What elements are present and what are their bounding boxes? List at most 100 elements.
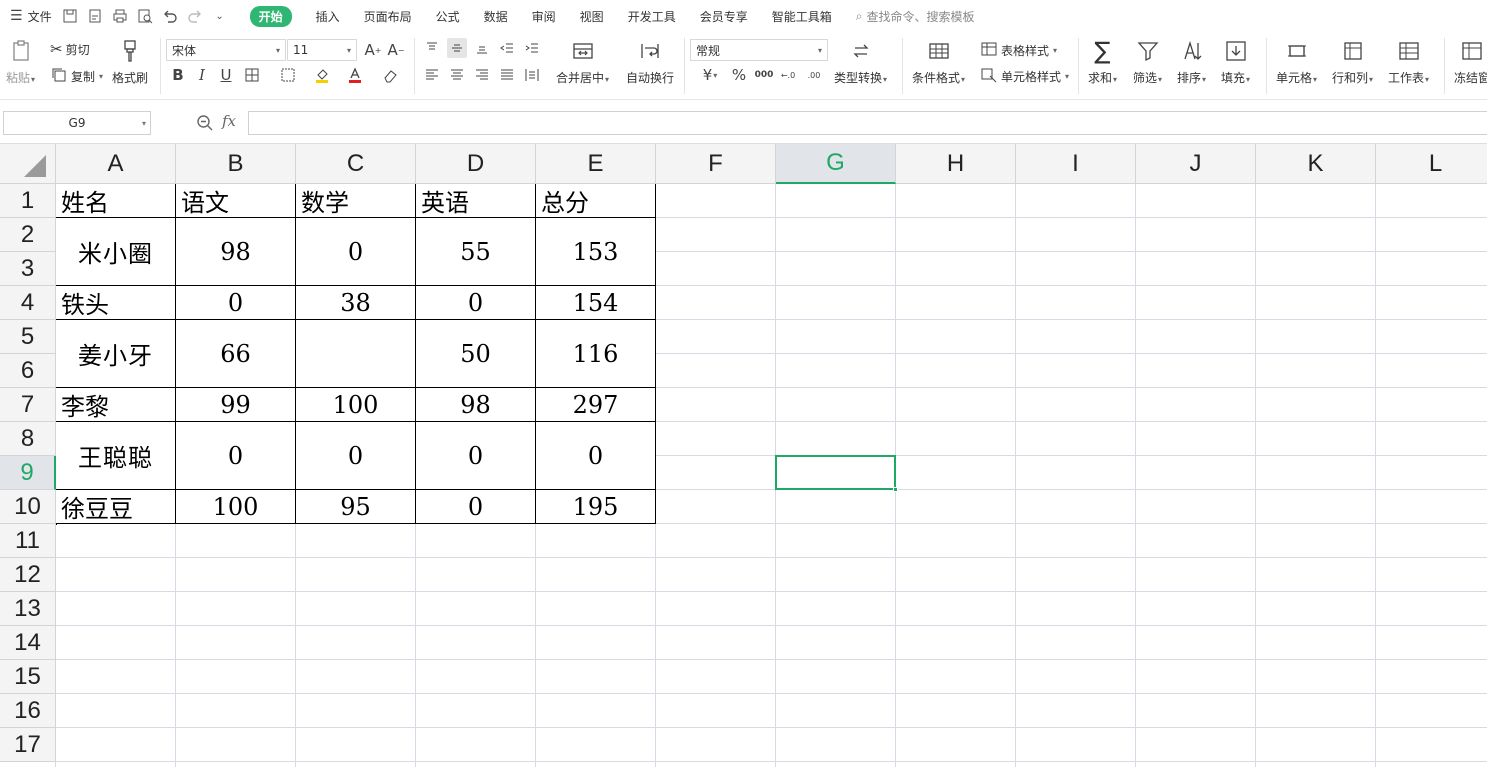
tab-membership[interactable]: 会员专享 xyxy=(688,0,760,32)
score-cell[interactable]: 95 xyxy=(296,490,416,524)
score-cell[interactable]: 55 xyxy=(416,218,536,286)
align-bottom-icon[interactable] xyxy=(472,38,492,58)
tab-formulas[interactable]: 公式 xyxy=(424,0,472,32)
row-header-4[interactable]: 4 xyxy=(0,286,56,320)
score-cell[interactable]: 0 xyxy=(416,422,536,490)
italic-icon[interactable]: I xyxy=(192,65,212,85)
name-cell[interactable]: 王聪聪 xyxy=(56,422,176,490)
zoom-icon[interactable] xyxy=(196,114,214,132)
score-cell[interactable]: 98 xyxy=(176,218,296,286)
column-header-f[interactable]: F xyxy=(656,144,776,184)
align-middle-icon[interactable] xyxy=(447,38,467,58)
conditional-format-button[interactable]: 条件格式▾ xyxy=(912,38,965,86)
increase-decimal-icon[interactable]: ←.0 xyxy=(778,65,798,85)
score-cell[interactable]: 0 xyxy=(296,218,416,286)
column-header-j[interactable]: J xyxy=(1136,144,1256,184)
bold-icon[interactable]: B xyxy=(168,65,188,85)
name-cell[interactable]: 米小圈 xyxy=(56,218,176,286)
increase-indent-icon[interactable] xyxy=(522,38,542,58)
format-painter-button[interactable]: 格式刷 xyxy=(112,38,148,86)
fill-color-icon[interactable] xyxy=(312,65,332,85)
score-cell[interactable]: 297 xyxy=(536,388,656,422)
column-header-d[interactable]: D xyxy=(416,144,536,184)
score-cell[interactable] xyxy=(296,320,416,388)
select-all-button[interactable] xyxy=(0,144,56,184)
copy-button[interactable]: 复制 ▾ xyxy=(50,66,103,87)
table-style-button[interactable]: 表格样式 ▾ xyxy=(980,40,1057,61)
cell-button[interactable]: 单元格▾ xyxy=(1276,38,1317,86)
row-header-10[interactable]: 10 xyxy=(0,490,56,524)
decrease-indent-icon[interactable] xyxy=(497,38,517,58)
table-header-cell[interactable]: 语文 xyxy=(176,184,296,218)
fx-icon[interactable]: fx xyxy=(222,112,236,130)
increase-font-icon[interactable]: A + xyxy=(363,40,383,60)
tab-home[interactable]: 开始 xyxy=(238,0,304,32)
row-header-1[interactable]: 1 xyxy=(0,184,56,218)
font-size-select[interactable]: 11 ▾ xyxy=(287,39,357,61)
score-cell[interactable]: 66 xyxy=(176,320,296,388)
tab-page-layout[interactable]: 页面布局 xyxy=(352,0,424,32)
borders-icon[interactable] xyxy=(242,65,262,85)
score-cell[interactable]: 0 xyxy=(536,422,656,490)
row-header-13[interactable]: 13 xyxy=(0,592,56,626)
score-cell[interactable]: 38 xyxy=(296,286,416,320)
row-header-14[interactable]: 14 xyxy=(0,626,56,660)
row-col-button[interactable]: 行和列▾ xyxy=(1332,38,1373,86)
name-cell[interactable]: 李黎 xyxy=(56,388,176,422)
score-cell[interactable]: 99 xyxy=(176,388,296,422)
row-header-16[interactable]: 16 xyxy=(0,694,56,728)
row-header-5[interactable]: 5 xyxy=(0,320,56,354)
align-top-icon[interactable] xyxy=(422,38,442,58)
tab-insert[interactable]: 插入 xyxy=(304,0,352,32)
fill-handle[interactable] xyxy=(893,487,898,492)
font-name-select[interactable]: 宋体 ▾ xyxy=(166,39,286,61)
score-cell[interactable]: 153 xyxy=(536,218,656,286)
cut-button[interactable]: ✂ 剪切 xyxy=(50,40,90,58)
sort-button[interactable]: 排序▾ xyxy=(1177,38,1206,86)
row-header-7[interactable]: 7 xyxy=(0,388,56,422)
command-search[interactable]: ⌕ 查找命令、搜索模板 xyxy=(856,8,975,25)
thousands-separator-icon[interactable]: 000 xyxy=(754,65,774,85)
score-cell[interactable]: 0 xyxy=(416,490,536,524)
column-header-b[interactable]: B xyxy=(176,144,296,184)
freeze-panes-button[interactable]: 冻结窗 xyxy=(1454,38,1487,86)
wrap-text-button[interactable]: 自动换行 xyxy=(626,38,674,86)
save-icon[interactable] xyxy=(62,8,78,24)
tab-developer[interactable]: 开发工具 xyxy=(616,0,688,32)
column-header-l[interactable]: L xyxy=(1376,144,1487,184)
cell-style-button[interactable]: 单元格样式 ▾ xyxy=(980,66,1069,87)
column-header-i[interactable]: I xyxy=(1016,144,1136,184)
score-cell[interactable]: 0 xyxy=(176,422,296,490)
tab-data[interactable]: 数据 xyxy=(472,0,520,32)
customize-toolbar-icon[interactable]: ⌄ xyxy=(212,8,228,24)
distributed-icon[interactable] xyxy=(522,65,542,85)
selected-cell-g9[interactable] xyxy=(775,455,898,492)
align-center-icon[interactable] xyxy=(447,65,467,85)
score-cell[interactable]: 0 xyxy=(416,286,536,320)
score-cell[interactable]: 100 xyxy=(176,490,296,524)
column-header-h[interactable]: H xyxy=(896,144,1016,184)
name-cell[interactable]: 铁头 xyxy=(56,286,176,320)
score-cell[interactable]: 154 xyxy=(536,286,656,320)
score-cell[interactable]: 100 xyxy=(296,388,416,422)
score-cell[interactable]: 0 xyxy=(176,286,296,320)
name-cell[interactable]: 徐豆豆 xyxy=(56,490,176,524)
underline-icon[interactable]: U xyxy=(216,65,236,85)
spreadsheet-grid[interactable]: A B C D E F G H I J K L 1 2 3 4 5 6 7 8 9 10 11 12 13 14 15 16 17 姓名语… xyxy=(0,144,1487,767)
file-menu[interactable]: ☰ 文件 xyxy=(0,0,62,32)
undo-icon[interactable] xyxy=(162,8,178,24)
table-header-cell[interactable]: 总分 xyxy=(536,184,656,218)
cell-pattern-icon[interactable] xyxy=(278,65,298,85)
score-cell[interactable]: 98 xyxy=(416,388,536,422)
score-cell[interactable]: 50 xyxy=(416,320,536,388)
row-header-17[interactable]: 17 xyxy=(0,728,56,762)
type-convert-button[interactable]: 类型转换▾ xyxy=(834,38,887,86)
percent-icon[interactable]: % xyxy=(729,65,749,85)
decrease-decimal-icon[interactable]: .00 xyxy=(804,65,824,85)
row-header-3[interactable]: 3 xyxy=(0,252,56,286)
tab-smart-toolbox[interactable]: 智能工具箱 xyxy=(760,0,844,32)
align-left-icon[interactable] xyxy=(422,65,442,85)
table-header-cell[interactable]: 数学 xyxy=(296,184,416,218)
row-header-2[interactable]: 2 xyxy=(0,218,56,252)
redo-icon[interactable] xyxy=(187,8,203,24)
